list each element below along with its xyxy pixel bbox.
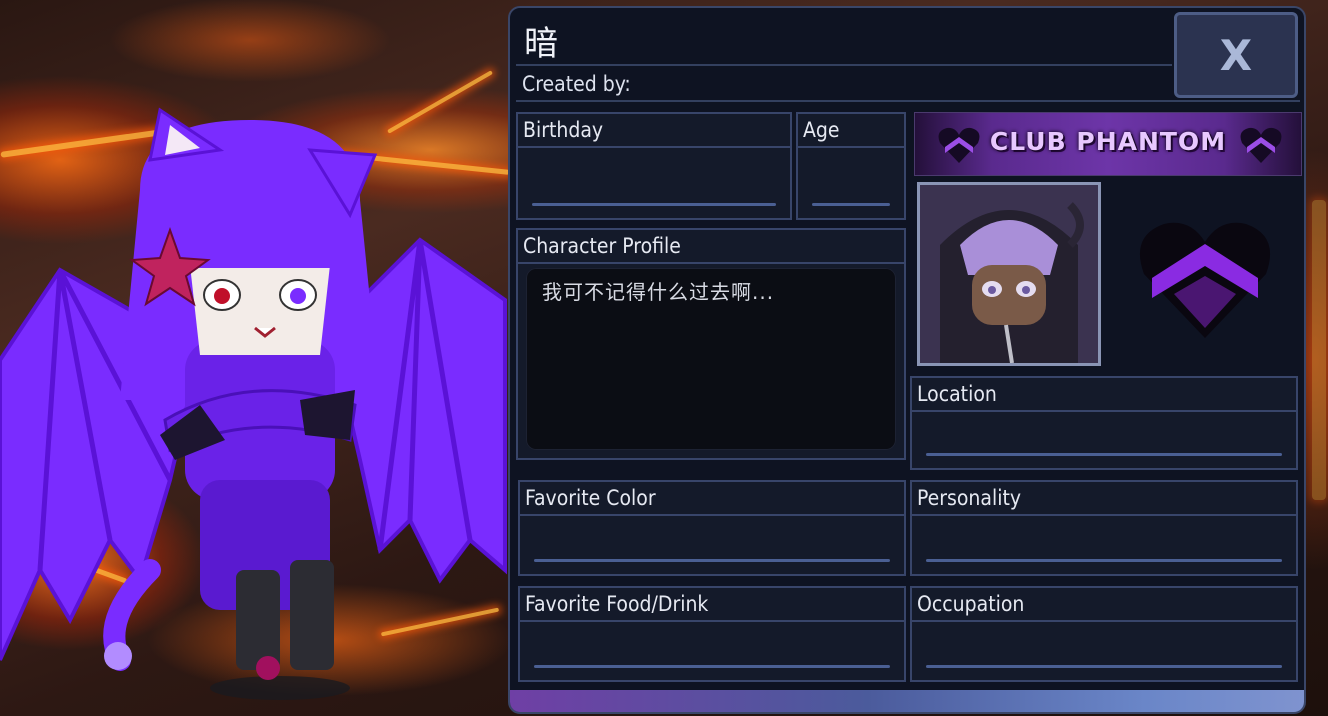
boot-right [290,560,334,670]
location-input-underline [926,453,1282,456]
character-profile-textarea[interactable]: 我可不记得什么过去啊... [526,268,896,450]
occupation-input-underline [926,665,1282,668]
favorite-food-label: Favorite Food/Drink [520,588,904,622]
lava-crack [1312,200,1326,500]
heart-m-icon [1139,222,1271,338]
club-phantom-banner: CLUB PHANTOM [914,112,1302,176]
favorite-food-input-underline [534,665,890,668]
occupation-field[interactable]: Occupation [910,586,1298,682]
birthday-label: Birthday [518,114,790,148]
birthday-field[interactable]: Birthday [516,112,792,220]
portrait-image [920,185,1098,363]
character-profile-text: 我可不记得什么过去啊... [542,280,775,304]
created-by-label: Created by: [522,72,631,96]
occupation-label: Occupation [912,588,1296,622]
panel-bottom-bar [510,690,1304,712]
character-profile-field[interactable]: Character Profile 我可不记得什么过去啊... [516,228,906,460]
character-illustration [0,107,507,700]
favorite-color-field[interactable]: Favorite Color [518,480,906,576]
title-divider [516,64,1172,66]
age-label: Age [798,114,904,148]
personality-field[interactable]: Personality [910,480,1298,576]
age-field[interactable]: Age [796,112,906,220]
character-name-title: 暗 [524,24,558,64]
header-divider [516,100,1300,102]
favorite-color-label: Favorite Color [520,482,904,516]
boot-left [236,570,280,670]
heart-m-icon [1240,127,1282,163]
close-button[interactable]: X [1174,12,1298,98]
close-icon: X [1219,30,1253,80]
location-field[interactable]: Location [910,376,1298,470]
character-portrait[interactable] [917,182,1101,366]
character-profile-panel: 暗 Created by: X Birthday Age CLUB PHANTO… [508,6,1306,714]
favorite-color-input-underline [534,559,890,562]
age-input-underline [812,203,890,206]
birthday-input-underline [532,203,776,206]
personality-label: Personality [912,482,1296,516]
favorite-food-field[interactable]: Favorite Food/Drink [518,586,906,682]
character-profile-label: Character Profile [518,230,904,264]
face [190,265,330,355]
personality-input-underline [926,559,1282,562]
location-label: Location [912,378,1296,412]
